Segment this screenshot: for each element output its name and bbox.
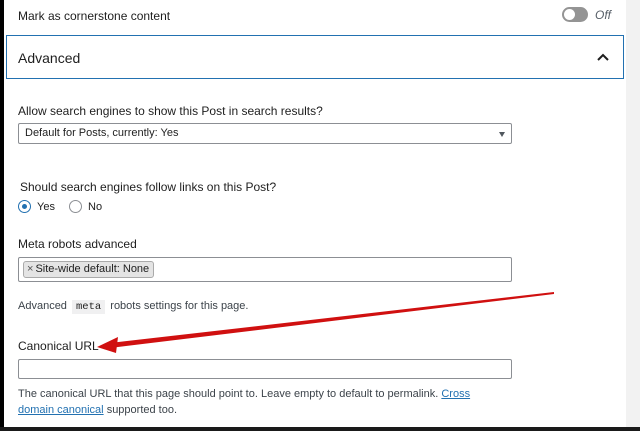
radio-selected-dot bbox=[22, 204, 27, 209]
canonical-help-suffix: supported too. bbox=[106, 404, 178, 416]
follow-links-radio-group: Yes No bbox=[18, 200, 218, 216]
toggle-knob bbox=[564, 9, 575, 20]
bottom-edge bbox=[0, 427, 640, 431]
chevron-up-icon[interactable] bbox=[597, 53, 609, 61]
search-results-select-value: Default for Posts, currently: Yes bbox=[25, 127, 179, 139]
canonical-url-label: Canonical URL bbox=[18, 339, 99, 353]
canonical-help-text: The canonical URL that this page should … bbox=[18, 388, 439, 400]
radio-no-label[interactable]: No bbox=[88, 201, 102, 213]
advanced-section-header[interactable]: Advanced bbox=[6, 35, 624, 79]
radio-yes[interactable] bbox=[18, 200, 31, 213]
search-results-select[interactable]: Default for Posts, currently: Yes bbox=[18, 123, 512, 144]
advanced-title: Advanced bbox=[18, 50, 81, 66]
scrollbar-gutter[interactable] bbox=[626, 0, 640, 431]
cross-domain-canonical-link-part2[interactable]: domain canonical bbox=[18, 404, 104, 416]
chevron-down-icon bbox=[499, 132, 505, 137]
meta-robots-token: × Site-wide default: None bbox=[23, 261, 155, 278]
remove-token-icon[interactable]: × bbox=[27, 263, 33, 275]
canonical-url-input[interactable] bbox=[18, 359, 512, 379]
canonical-help: The canonical URL that this page should … bbox=[18, 386, 488, 418]
seo-advanced-panel: Mark as cornerstone content Off Advanced… bbox=[4, 0, 626, 427]
radio-no[interactable] bbox=[69, 200, 82, 213]
meta-robots-help-prefix: Advanced bbox=[18, 300, 67, 312]
meta-robots-multiselect[interactable]: × Site-wide default: None bbox=[18, 257, 512, 282]
search-results-question: Allow search engines to show this Post i… bbox=[18, 104, 323, 118]
meta-code-chip: meta bbox=[72, 300, 106, 314]
meta-robots-help-suffix: robots settings for this page. bbox=[110, 300, 249, 312]
radio-yes-label[interactable]: Yes bbox=[37, 201, 55, 213]
meta-robots-help: Advanced meta robots settings for this p… bbox=[18, 300, 248, 314]
meta-robots-label: Meta robots advanced bbox=[18, 237, 137, 251]
cross-domain-canonical-link-part1[interactable]: Cross bbox=[441, 388, 470, 400]
cornerstone-row: Mark as cornerstone content Off bbox=[4, 0, 626, 34]
cornerstone-label: Mark as cornerstone content bbox=[18, 9, 171, 23]
cornerstone-toggle[interactable] bbox=[562, 7, 588, 22]
toggle-state-label: Off bbox=[595, 8, 612, 22]
meta-robots-token-label: Site-wide default: None bbox=[35, 263, 150, 275]
follow-links-question: Should search engines follow links on th… bbox=[20, 180, 277, 194]
